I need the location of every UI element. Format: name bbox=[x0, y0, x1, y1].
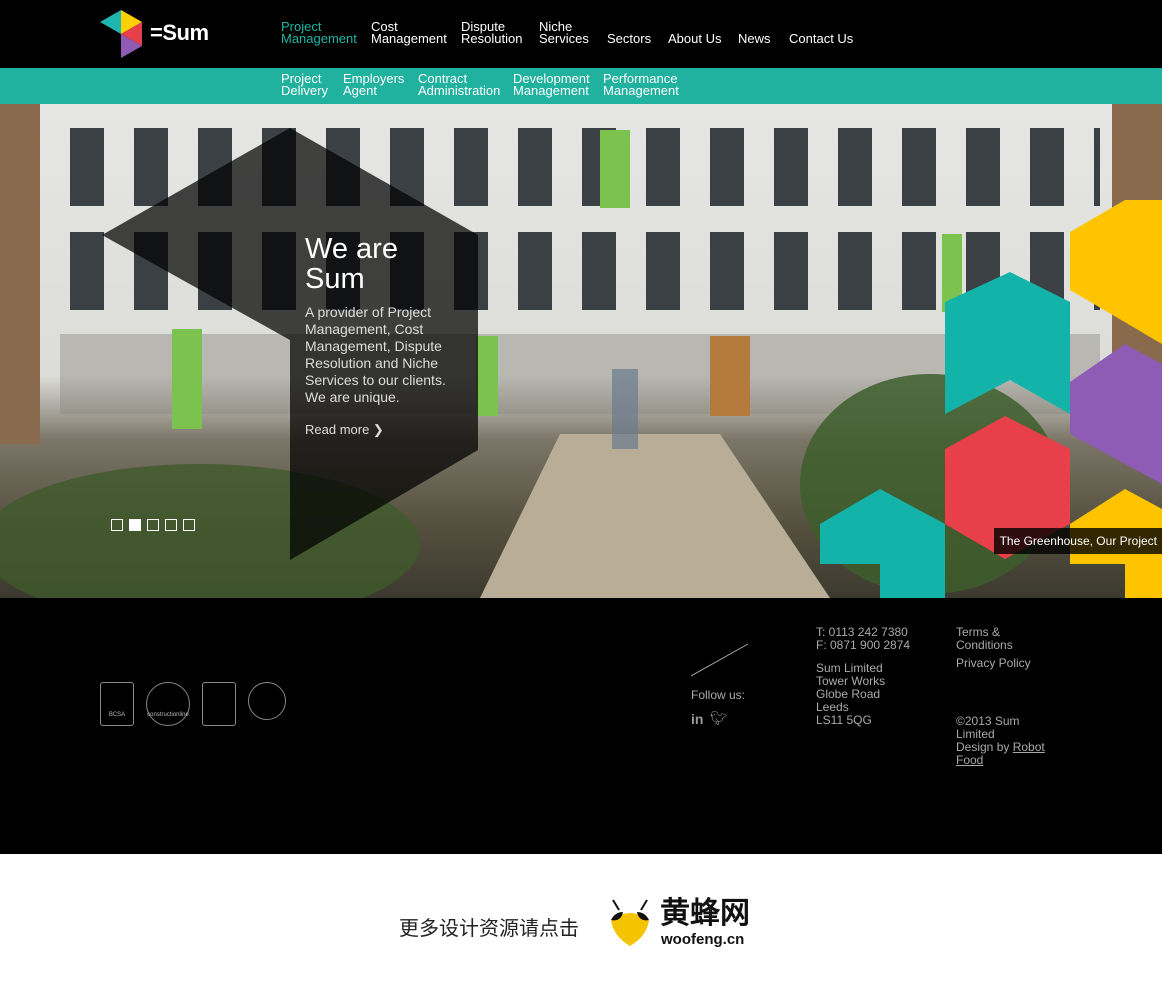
woofeng-url[interactable]: woofeng.cn bbox=[661, 931, 744, 948]
hero-slider: We are Sum A provider of Project Managem… bbox=[0, 104, 1162, 598]
subnav-project-delivery[interactable]: Project Delivery bbox=[281, 72, 328, 98]
subnav-development-management[interactable]: Development Management bbox=[513, 72, 590, 98]
footer: BCSA constructionline Follow us: in 🐦︎ T… bbox=[0, 598, 1162, 854]
slide-dot-4[interactable] bbox=[165, 519, 177, 531]
nav-sectors[interactable]: Sectors bbox=[607, 32, 651, 45]
slide-caption: The Greenhouse, Our Project bbox=[993, 528, 1162, 554]
subnav-label: Agent bbox=[343, 83, 377, 98]
accreditation-seal-logo bbox=[248, 682, 286, 720]
slide-dot-2[interactable] bbox=[129, 519, 141, 531]
design-by-text: Design by bbox=[956, 740, 1013, 754]
nav-label: Management bbox=[281, 31, 357, 46]
address-line: LS11 5QG bbox=[816, 713, 872, 727]
address: Sum Limited Tower Works Globe Road Leeds… bbox=[816, 662, 885, 727]
subnav-label: Management bbox=[513, 83, 589, 98]
sub-nav: Project Delivery Employers Agent Contract A… bbox=[0, 68, 1162, 104]
nav-about-us[interactable]: About Us bbox=[668, 32, 721, 45]
bee-logo-icon[interactable] bbox=[607, 898, 653, 948]
slide-dot-5[interactable] bbox=[183, 519, 195, 531]
accreditation-badges: BCSA constructionline bbox=[100, 682, 286, 726]
logo-text[interactable]: =Sum bbox=[150, 20, 209, 46]
slide-dot-3[interactable] bbox=[147, 519, 159, 531]
hero-title: We are Sum bbox=[305, 233, 398, 295]
subnav-performance-management[interactable]: Performance Management bbox=[603, 72, 679, 98]
nav-news[interactable]: News bbox=[738, 32, 771, 45]
fax: F: 0871 900 2874 bbox=[816, 638, 911, 652]
nav-label: Resolution bbox=[461, 31, 523, 46]
subnav-label: Management bbox=[603, 83, 679, 98]
twitter-icon[interactable]: 🐦︎ bbox=[710, 711, 728, 725]
woofeng-logo[interactable]: 黄蜂网 bbox=[660, 898, 750, 930]
nav-niche-services[interactable]: Niche Services bbox=[539, 20, 589, 46]
contact-phones: T: 0113 242 7380 F: 0871 900 2874 bbox=[816, 626, 910, 652]
hero-description: A provider of Project Management, Cost M… bbox=[305, 304, 446, 405]
nav-contact-us[interactable]: Contact Us bbox=[789, 32, 853, 45]
terms-link[interactable]: Terms & Conditions bbox=[956, 626, 1036, 652]
divider-line bbox=[691, 643, 749, 677]
follow-label: Follow us: bbox=[691, 688, 746, 702]
nav-label: Services bbox=[539, 31, 589, 46]
copyright-text: ©2013 Sum Limited bbox=[956, 714, 1020, 741]
privacy-link[interactable]: Privacy Policy bbox=[956, 657, 1031, 670]
promo-text[interactable]: 更多设计资源请点击 bbox=[399, 912, 579, 941]
nav-project-management[interactable]: Project Management bbox=[281, 20, 357, 46]
nav-cost-management[interactable]: Cost Management bbox=[371, 20, 447, 46]
subnav-employers-agent[interactable]: Employers Agent bbox=[343, 72, 404, 98]
bcsa-logo: BCSA bbox=[100, 682, 134, 726]
linkedin-icon[interactable]: in bbox=[691, 712, 703, 726]
nav-label: Management bbox=[371, 31, 447, 46]
copyright: ©2013 Sum Limited Design by Robot Food bbox=[956, 715, 1051, 767]
slide-dot-1[interactable] bbox=[111, 519, 123, 531]
accreditation-logo bbox=[202, 682, 236, 726]
nav-dispute-resolution[interactable]: Dispute Resolution bbox=[461, 20, 523, 46]
subnav-contract-administration[interactable]: Contract Administration bbox=[418, 72, 501, 98]
header: =Sum Project Management Cost Management Di… bbox=[0, 0, 1162, 68]
subnav-label: Administration bbox=[418, 83, 501, 98]
constructionline-logo: constructionline bbox=[146, 682, 190, 726]
subnav-label: Delivery bbox=[281, 83, 328, 98]
slider-dots bbox=[111, 519, 195, 531]
read-more-link[interactable]: Read more ❯ bbox=[305, 422, 384, 438]
